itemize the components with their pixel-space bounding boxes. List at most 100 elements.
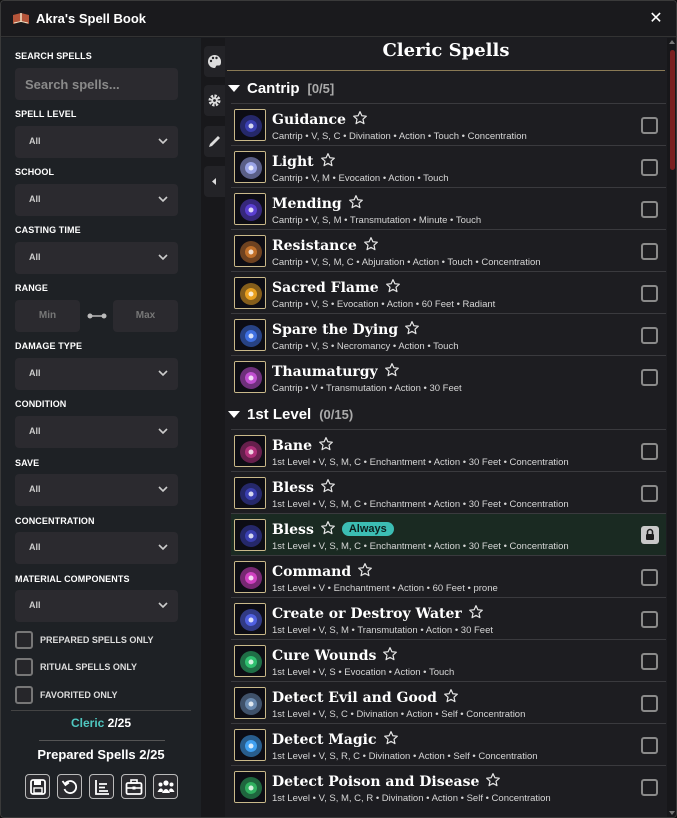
prepare-checkbox[interactable]	[641, 243, 658, 260]
checkbox-box[interactable]	[15, 686, 33, 704]
spell-row[interactable]: Detect Evil and Good 1st Level • V, S, C …	[231, 681, 666, 723]
star-icon[interactable]	[318, 436, 334, 456]
ritual-only-checkbox[interactable]: RITUAL SPELLS ONLY	[15, 658, 137, 676]
spell-row[interactable]: Bless 1st Level • V, S, M, C • Enchantmen…	[231, 471, 666, 513]
prepare-checkbox[interactable]	[641, 737, 658, 754]
star-icon[interactable]	[348, 194, 364, 214]
spell-row[interactable]: Mending Cantrip • V, S, M • Transmutation…	[231, 187, 666, 229]
spell-row[interactable]: Resistance Cantrip • V, S, M, C • Abjurat…	[231, 229, 666, 271]
casting-time-select[interactable]: All	[15, 242, 178, 274]
checkbox-box[interactable]	[15, 658, 33, 676]
prepare-checkbox[interactable]	[641, 611, 658, 628]
prepare-checkbox[interactable]	[641, 327, 658, 344]
star-icon[interactable]	[384, 362, 400, 382]
range-min-input[interactable]: Min	[15, 300, 80, 332]
section-header[interactable]: Cantrip [0/5]	[225, 75, 667, 101]
reset-button[interactable]	[57, 774, 82, 799]
spell-row[interactable]: Command 1st Level • V • Enchantment • Act…	[231, 555, 666, 597]
toolbox-button[interactable]	[121, 774, 146, 799]
prepared-only-checkbox[interactable]: PREPARED SPELLS ONLY	[15, 631, 154, 649]
spell-name[interactable]: Cure Wounds	[272, 648, 376, 664]
save-button[interactable]	[25, 774, 50, 799]
scroll-down-icon[interactable]	[669, 811, 675, 815]
gear-icon	[208, 94, 221, 107]
star-icon[interactable]	[382, 646, 398, 666]
spell-row[interactable]: Cure Wounds 1st Level • V, S • Evocation …	[231, 639, 666, 681]
scrollbar-thumb[interactable]	[670, 50, 675, 170]
spell-name[interactable]: Light	[272, 154, 314, 170]
spell-name[interactable]: Thaumaturgy	[272, 364, 378, 380]
prepare-checkbox[interactable]	[641, 159, 658, 176]
star-icon[interactable]	[383, 730, 399, 750]
caret-down-icon[interactable]	[228, 84, 240, 92]
spell-name[interactable]: Bless	[272, 522, 314, 538]
spell-name[interactable]: Resistance	[272, 238, 357, 254]
caret-down-icon[interactable]	[228, 410, 240, 418]
tab-appearance[interactable]	[204, 46, 225, 77]
party-button[interactable]	[153, 774, 178, 799]
star-icon[interactable]	[357, 562, 373, 582]
spell-row[interactable]: Thaumaturgy Cantrip • V • Transmutation •…	[231, 355, 666, 397]
section-header[interactable]: 1st Level (0/15)	[225, 401, 667, 427]
spell-row[interactable]: Guidance Cantrip • V, S, C • Divination •…	[231, 103, 666, 145]
tab-settings[interactable]	[204, 85, 225, 116]
search-input[interactable]	[15, 68, 178, 100]
prepare-checkbox[interactable]	[641, 695, 658, 712]
spell-row[interactable]: Detect Poison and Disease 1st Level • V, …	[231, 765, 666, 807]
concentration-select[interactable]: All	[15, 532, 178, 564]
tab-collapse[interactable]	[204, 166, 225, 197]
prepare-checkbox[interactable]	[641, 369, 658, 386]
star-icon[interactable]	[443, 688, 459, 708]
spell-name[interactable]: Bless	[272, 480, 314, 496]
range-max-input[interactable]: Max	[113, 300, 178, 332]
spell-name[interactable]: Sacred Flame	[272, 280, 379, 296]
spell-level-select[interactable]: All	[15, 126, 178, 158]
prepare-checkbox[interactable]	[641, 569, 658, 586]
filter-label-concentration: CONCENTRATION	[15, 516, 95, 526]
prepare-checkbox[interactable]	[641, 485, 658, 502]
spell-row[interactable]: Sacred Flame Cantrip • V, S • Evocation •…	[231, 271, 666, 313]
spell-row[interactable]: Spare the Dying Cantrip • V, S • Necroman…	[231, 313, 666, 355]
spell-name[interactable]: Spare the Dying	[272, 322, 398, 338]
prepare-checkbox[interactable]	[641, 653, 658, 670]
close-icon[interactable]: ✕	[648, 10, 664, 26]
spell-name[interactable]: Guidance	[272, 112, 346, 128]
tab-edit[interactable]	[204, 126, 225, 157]
spell-row[interactable]: Detect Magic 1st Level • V, S, R, C • Div…	[231, 723, 666, 765]
spell-row[interactable]: Bless Always 1st Level • V, S, M, C • Ench…	[231, 513, 666, 555]
star-icon[interactable]	[468, 604, 484, 624]
star-icon[interactable]	[320, 478, 336, 498]
scrollbar[interactable]	[667, 38, 676, 817]
prepare-checkbox[interactable]	[641, 201, 658, 218]
spell-name[interactable]: Detect Evil and Good	[272, 690, 437, 706]
favorited-only-checkbox[interactable]: FAVORITED ONLY	[15, 686, 118, 704]
star-icon[interactable]	[404, 320, 420, 340]
spell-name[interactable]: Detect Poison and Disease	[272, 774, 479, 790]
star-icon[interactable]	[352, 110, 368, 130]
star-icon[interactable]	[320, 152, 336, 172]
spell-row[interactable]: Create or Destroy Water 1st Level • V, S,…	[231, 597, 666, 639]
star-icon[interactable]	[363, 236, 379, 256]
spell-name[interactable]: Detect Magic	[272, 732, 377, 748]
spell-name[interactable]: Bane	[272, 438, 312, 454]
spell-name[interactable]: Create or Destroy Water	[272, 606, 462, 622]
condition-select[interactable]: All	[15, 416, 178, 448]
checkbox-box[interactable]	[15, 631, 33, 649]
save-select[interactable]: All	[15, 474, 178, 506]
scroll-up-icon[interactable]	[669, 40, 675, 44]
star-icon[interactable]	[485, 772, 501, 792]
prepare-checkbox[interactable]	[641, 779, 658, 796]
spell-name[interactable]: Mending	[272, 196, 342, 212]
star-icon[interactable]	[385, 278, 401, 298]
damage-type-select[interactable]: All	[15, 358, 178, 390]
list-button[interactable]	[89, 774, 114, 799]
prepare-checkbox[interactable]	[641, 443, 658, 460]
prepare-checkbox[interactable]	[641, 117, 658, 134]
prepare-checkbox[interactable]	[641, 285, 658, 302]
spell-name[interactable]: Command	[272, 564, 351, 580]
material-components-select[interactable]: All	[15, 590, 178, 622]
spell-row[interactable]: Light Cantrip • V, M • Evocation • Action…	[231, 145, 666, 187]
spell-row[interactable]: Bane 1st Level • V, S, M, C • Enchantment…	[231, 429, 666, 471]
star-icon[interactable]	[320, 520, 336, 540]
school-select[interactable]: All	[15, 184, 178, 216]
